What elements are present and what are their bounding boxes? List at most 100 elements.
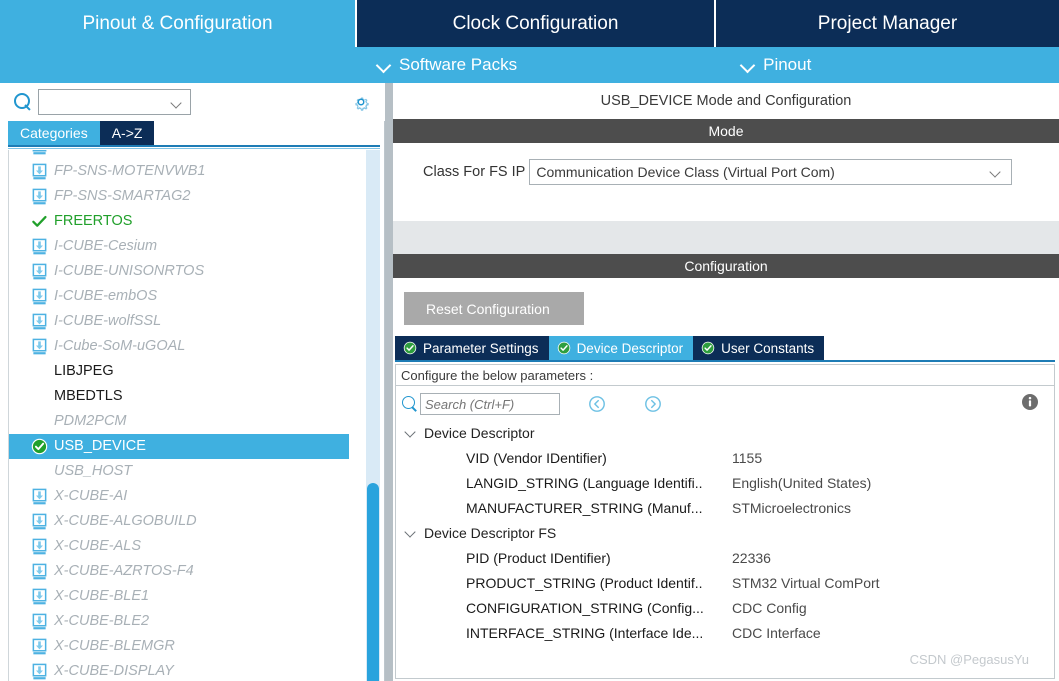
gear-icon[interactable] [350,91,372,113]
list-item[interactable]: X-CUBE-DISPLAY [9,659,349,681]
sidebar-search-combo[interactable] [38,89,191,115]
download-icon[interactable] [31,288,48,305]
list-item-label: I-CUBE-Cesium [54,234,157,259]
list-item-label: FP-SNS-SMARTAG2 [54,184,190,209]
download-icon[interactable] [31,338,48,355]
mode-section-body: Class For FS IP Communication Device Cla… [393,143,1059,221]
download-icon[interactable] [31,488,48,505]
download-icon[interactable] [31,188,48,205]
parameter-row[interactable]: VID (Vendor IDentifier)1155 [396,445,1056,470]
panel-title-label: USB_DEVICE Mode and Configuration [601,93,852,109]
list-item[interactable]: X-CUBE-BLEMGR [9,634,349,659]
parameter-row[interactable]: CONFIGURATION_STRING (Config...CDC Confi… [396,595,1056,620]
parameter-name: PID (Product IDentifier) [466,550,732,566]
configuration-tab-label: Device Descriptor [577,341,684,356]
download-icon[interactable] [31,663,48,680]
list-scrollbar-track[interactable] [366,150,380,681]
download-icon[interactable] [31,150,48,155]
list-item[interactable]: I-CUBE-UNISONRTOS [9,259,349,284]
parameter-tree: Device DescriptorVID (Vendor IDentifier)… [396,420,1056,645]
reset-configuration-button[interactable]: Reset Configuration [404,292,584,325]
list-item[interactable]: FP-SNS-MOTENV1 [9,150,349,159]
list-item[interactable]: USB_DEVICE [9,434,349,459]
reset-configuration-label: Reset Configuration [426,301,550,317]
icon-spacer [31,388,48,405]
mode-section-header: Mode [393,119,1059,143]
list-item[interactable]: X-CUBE-BLE1 [9,584,349,609]
list-item[interactable]: I-CUBE-embOS [9,284,349,309]
parameter-row[interactable]: MANUFACTURER_STRING (Manuf...STMicroelec… [396,495,1056,520]
list-scrollbar-thumb[interactable] [367,483,379,681]
list-item[interactable]: I-CUBE-Cesium [9,234,349,259]
list-item[interactable]: PDM2PCM [9,409,349,434]
sidebar-tab-underline [8,145,380,147]
list-item-label: FP-SNS-MOTENVWB1 [54,159,205,184]
parameter-name: MANUFACTURER_STRING (Manuf... [466,500,732,516]
parameter-value: CDC Interface [732,625,821,641]
list-item[interactable]: X-CUBE-ALGOBUILD [9,509,349,534]
download-icon[interactable] [31,163,48,180]
list-item-label: X-CUBE-BLE1 [54,584,149,609]
middleware-list[interactable]: FP-SNS-MOTENV1FP-SNS-MOTENVWB1FP-SNS-SMA… [8,150,380,681]
download-icon[interactable] [31,263,48,280]
list-item[interactable]: LIBJPEG [9,359,349,384]
list-item[interactable]: I-Cube-SoM-uGOAL [9,334,349,359]
list-item[interactable]: X-CUBE-AI [9,484,349,509]
download-icon[interactable] [31,313,48,330]
section-separator [393,221,1059,254]
configuration-tab[interactable]: Device Descriptor [549,336,694,360]
configuration-tab-underline [395,360,1055,362]
download-icon[interactable] [31,538,48,555]
menu-software-packs[interactable]: Software Packs [377,55,517,75]
parameter-tree-area: Device DescriptorVID (Vendor IDentifier)… [395,386,1055,679]
configuration-tab[interactable]: Parameter Settings [395,336,549,360]
check-circle-icon [701,341,715,355]
menu-pinout[interactable]: Pinout [741,55,811,75]
panel-title: USB_DEVICE Mode and Configuration [393,83,1059,119]
list-item[interactable]: X-CUBE-ALS [9,534,349,559]
parameter-name: PRODUCT_STRING (Product Identif.. [466,575,732,591]
parameter-value: 1155 [732,450,762,466]
sidebar-tab-categories-label: Categories [20,125,88,141]
parameter-name: LANGID_STRING (Language Identifi.. [466,475,732,491]
circle-right-arrow-icon[interactable] [644,395,662,413]
circle-left-arrow-icon[interactable] [588,395,606,413]
list-item[interactable]: FREERTOS [9,209,349,234]
download-icon[interactable] [31,513,48,530]
parameter-row[interactable]: LANGID_STRING (Language Identifi..Englis… [396,470,1056,495]
sub-menu-bar: Software Packs Pinout [357,47,1059,83]
tree-group-header[interactable]: Device Descriptor FS [396,520,1056,545]
list-item[interactable]: USB_HOST [9,459,349,484]
download-icon[interactable] [31,638,48,655]
list-item[interactable]: FP-SNS-SMARTAG2 [9,184,349,209]
parameter-search-input[interactable] [420,393,560,415]
list-item[interactable]: X-CUBE-BLE2 [9,609,349,634]
list-item[interactable]: FP-SNS-MOTENVWB1 [9,159,349,184]
chevron-down-icon[interactable] [404,526,418,540]
tab-clock-configuration[interactable]: Clock Configuration [357,0,716,47]
tab-pinout-configuration[interactable]: Pinout & Configuration [0,0,357,47]
list-item-label: FP-SNS-MOTENV1 [54,150,182,159]
sidebar-tab-categories[interactable]: Categories [8,121,100,145]
parameter-value: 22336 [732,550,771,566]
class-for-fs-ip-select[interactable]: Communication Device Class (Virtual Port… [529,159,1012,185]
configuration-tab[interactable]: User Constants [693,336,824,360]
parameter-row[interactable]: PRODUCT_STRING (Product Identif..STM32 V… [396,570,1056,595]
tree-group-header[interactable]: Device Descriptor [396,420,1056,445]
list-item[interactable]: I-CUBE-wolfSSL [9,309,349,334]
sidebar-tab-a-to-z[interactable]: A->Z [100,121,155,145]
download-icon[interactable] [31,613,48,630]
chevron-down-icon[interactable] [404,426,418,440]
download-icon[interactable] [31,563,48,580]
download-icon[interactable] [31,588,48,605]
parameter-row[interactable]: PID (Product IDentifier)22336 [396,545,1056,570]
list-item[interactable]: MBEDTLS [9,384,349,409]
list-item-label: I-CUBE-UNISONRTOS [54,259,204,284]
tab-project-manager[interactable]: Project Manager [716,0,1059,47]
info-icon[interactable] [1020,392,1040,412]
list-item[interactable]: X-CUBE-AZRTOS-F4 [9,559,349,584]
panel-splitter[interactable] [385,83,393,681]
download-icon[interactable] [31,238,48,255]
parameter-row[interactable]: INTERFACE_STRING (Interface Ide...CDC In… [396,620,1056,645]
list-item-label: MBEDTLS [54,384,123,409]
